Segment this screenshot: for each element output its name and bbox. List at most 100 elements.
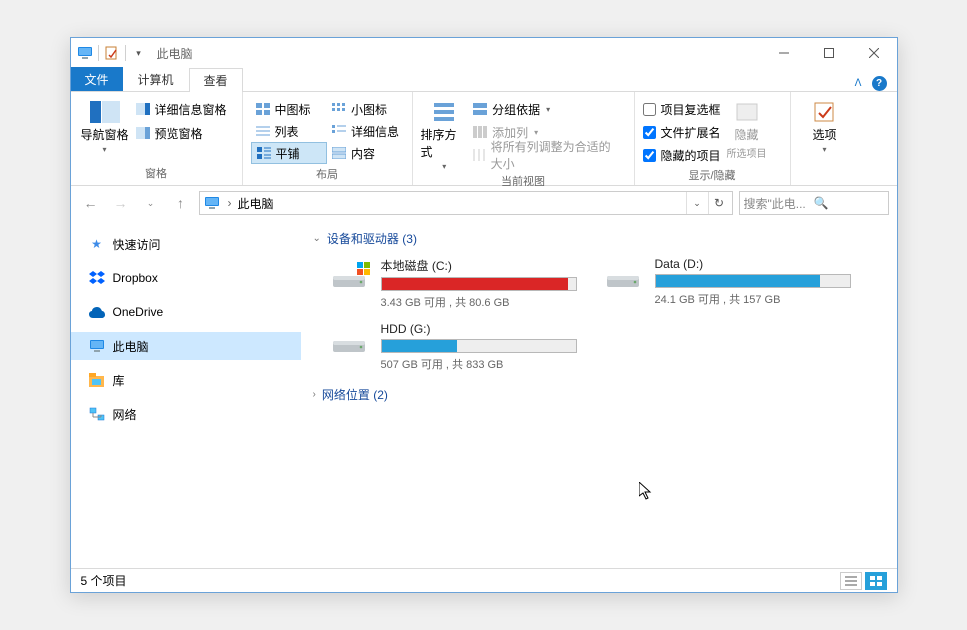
drive-usage-text: 24.1 GB 可用 , 共 157 GB	[655, 291, 851, 307]
hidden-items-toggle[interactable]: 隐藏的项目	[643, 145, 721, 165]
drive-icon	[331, 322, 371, 358]
content-area: ⌄ 设备和驱动器 (3) 本地磁盘 (C:) 3.43 GB 可用 , 共 80…	[301, 220, 897, 568]
options-button[interactable]: 选项 ▾	[799, 96, 851, 167]
drive-usage-text: 507 GB 可用 , 共 833 GB	[381, 356, 577, 372]
details-pane-icon	[135, 101, 151, 117]
sidebar-item-quick-access[interactable]: ★快速访问	[71, 230, 301, 258]
drive-usage-bar	[381, 339, 577, 353]
sidebar-item-this-pc[interactable]: 此电脑	[71, 332, 301, 360]
hide-icon	[731, 100, 763, 124]
minimize-button[interactable]	[762, 39, 807, 68]
details-pane-button[interactable]: 详细信息窗格	[131, 98, 231, 120]
close-button[interactable]	[852, 39, 897, 68]
tab-view[interactable]: 查看	[189, 68, 243, 92]
breadcrumb-chevron-icon[interactable]: ›	[222, 196, 238, 210]
layout-list[interactable]: 列表	[251, 120, 328, 142]
details-icon	[331, 123, 347, 139]
status-item-count: 5 个项目	[81, 572, 127, 589]
refresh-button[interactable]: ↻	[708, 192, 730, 214]
group-label-panes: 窗格	[79, 163, 234, 185]
content-icon	[331, 145, 347, 161]
up-button[interactable]: ↑	[169, 191, 193, 215]
file-extensions-toggle[interactable]: 文件扩展名	[643, 122, 721, 142]
address-bar-row: ← → ⌄ ↑ › 此电脑 ⌄ ↻ 搜索"此电... 🔍	[71, 186, 897, 220]
window-title: 此电脑	[157, 45, 193, 62]
size-columns-button: 将所有列调整为合适的大小	[468, 144, 625, 166]
library-icon	[89, 372, 105, 388]
hide-selected-button: 隐藏 所选项目	[721, 96, 773, 165]
onedrive-icon	[89, 304, 105, 320]
medium-icons-icon	[255, 101, 271, 117]
drive-item[interactable]: 本地磁盘 (C:) 3.43 GB 可用 , 共 80.6 GB	[331, 257, 577, 310]
chevron-right-icon: ›	[313, 389, 316, 400]
address-dropdown-icon[interactable]: ⌄	[686, 192, 708, 214]
sidebar-item-network[interactable]: 网络	[71, 400, 301, 428]
dropbox-icon	[89, 270, 105, 286]
breadcrumb-location[interactable]: 此电脑	[238, 195, 274, 212]
layout-medium-icons[interactable]: 中图标	[251, 98, 328, 120]
drive-usage-text: 3.43 GB 可用 , 共 80.6 GB	[381, 294, 577, 310]
file-tab[interactable]: 文件	[71, 67, 123, 91]
titlebar: ▾ 此电脑	[71, 38, 897, 68]
nav-pane-icon	[89, 100, 121, 124]
drive-usage-bar	[381, 277, 577, 291]
layout-details[interactable]: 详细信息	[327, 120, 404, 142]
group-header-network[interactable]: › 网络位置 (2)	[313, 386, 885, 403]
group-header-drives[interactable]: ⌄ 设备和驱动器 (3)	[313, 230, 885, 247]
collapse-ribbon-icon[interactable]: ᐱ	[855, 78, 862, 89]
address-bar[interactable]: › 此电脑 ⌄ ↻	[199, 191, 733, 215]
star-icon: ★	[89, 236, 105, 252]
qat-dropdown-icon[interactable]: ▾	[131, 45, 147, 61]
layout-small-icons[interactable]: 小图标	[327, 98, 404, 120]
pc-icon	[77, 45, 93, 61]
item-checkboxes-toggle[interactable]: 项目复选框	[643, 99, 721, 119]
explorer-window: ▾ 此电脑 文件 计算机 查看 ᐱ ? 导航窗格 ▾	[70, 37, 898, 593]
forward-button[interactable]: →	[109, 191, 133, 215]
preview-pane-icon	[135, 125, 151, 141]
maximize-button[interactable]	[807, 39, 852, 68]
options-icon	[809, 100, 841, 124]
drive-name: 本地磁盘 (C:)	[381, 257, 577, 274]
group-label-layout: 布局	[251, 164, 404, 186]
drive-icon	[605, 257, 645, 293]
sidebar-item-dropbox[interactable]: Dropbox	[71, 264, 301, 292]
layout-content[interactable]: 内容	[327, 142, 403, 164]
tab-computer[interactable]: 计算机	[123, 67, 189, 91]
sidebar-item-libraries[interactable]: 库	[71, 366, 301, 394]
recent-dropdown[interactable]: ⌄	[139, 191, 163, 215]
drive-item[interactable]: Data (D:) 24.1 GB 可用 , 共 157 GB	[605, 257, 851, 310]
back-button[interactable]: ←	[79, 191, 103, 215]
qat-properties-icon[interactable]	[104, 45, 120, 61]
search-icon: 🔍	[814, 196, 884, 210]
drive-name: HDD (G:)	[381, 322, 577, 336]
drive-item[interactable]: HDD (G:) 507 GB 可用 , 共 833 GB	[331, 322, 577, 372]
size-columns-icon	[472, 147, 487, 163]
drive-icon	[331, 257, 371, 293]
drive-usage-bar	[655, 274, 851, 288]
tiles-icon	[256, 145, 272, 161]
tiles-view-toggle[interactable]	[865, 572, 887, 590]
preview-pane-button[interactable]: 预览窗格	[131, 122, 231, 144]
details-view-toggle[interactable]	[840, 572, 862, 590]
navigation-sidebar: ★快速访问 Dropbox OneDrive 此电脑 库 网络	[71, 220, 301, 568]
status-bar: 5 个项目	[71, 568, 897, 592]
small-icons-icon	[331, 101, 347, 117]
network-icon	[89, 406, 105, 422]
location-icon	[202, 193, 222, 213]
navigation-pane-button[interactable]: 导航窗格 ▾	[79, 96, 131, 163]
layout-tiles[interactable]: 平铺	[251, 142, 328, 164]
ribbon-tabs: 文件 计算机 查看 ᐱ ?	[71, 68, 897, 92]
chevron-down-icon: ⌄	[313, 233, 321, 244]
group-by-icon	[472, 101, 488, 117]
drive-name: Data (D:)	[655, 257, 851, 271]
help-icon[interactable]: ?	[872, 76, 887, 91]
sidebar-item-onedrive[interactable]: OneDrive	[71, 298, 301, 326]
group-label-show-hide: 显示/隐藏	[643, 165, 782, 187]
search-input[interactable]: 搜索"此电... 🔍	[739, 191, 889, 215]
list-icon	[255, 123, 271, 139]
sort-icon	[428, 100, 460, 124]
sort-by-button[interactable]: 排序方式 ▾	[421, 96, 469, 171]
group-by-button[interactable]: 分组依据▾	[468, 98, 625, 120]
add-columns-icon	[472, 124, 488, 140]
pc-icon	[89, 338, 105, 354]
